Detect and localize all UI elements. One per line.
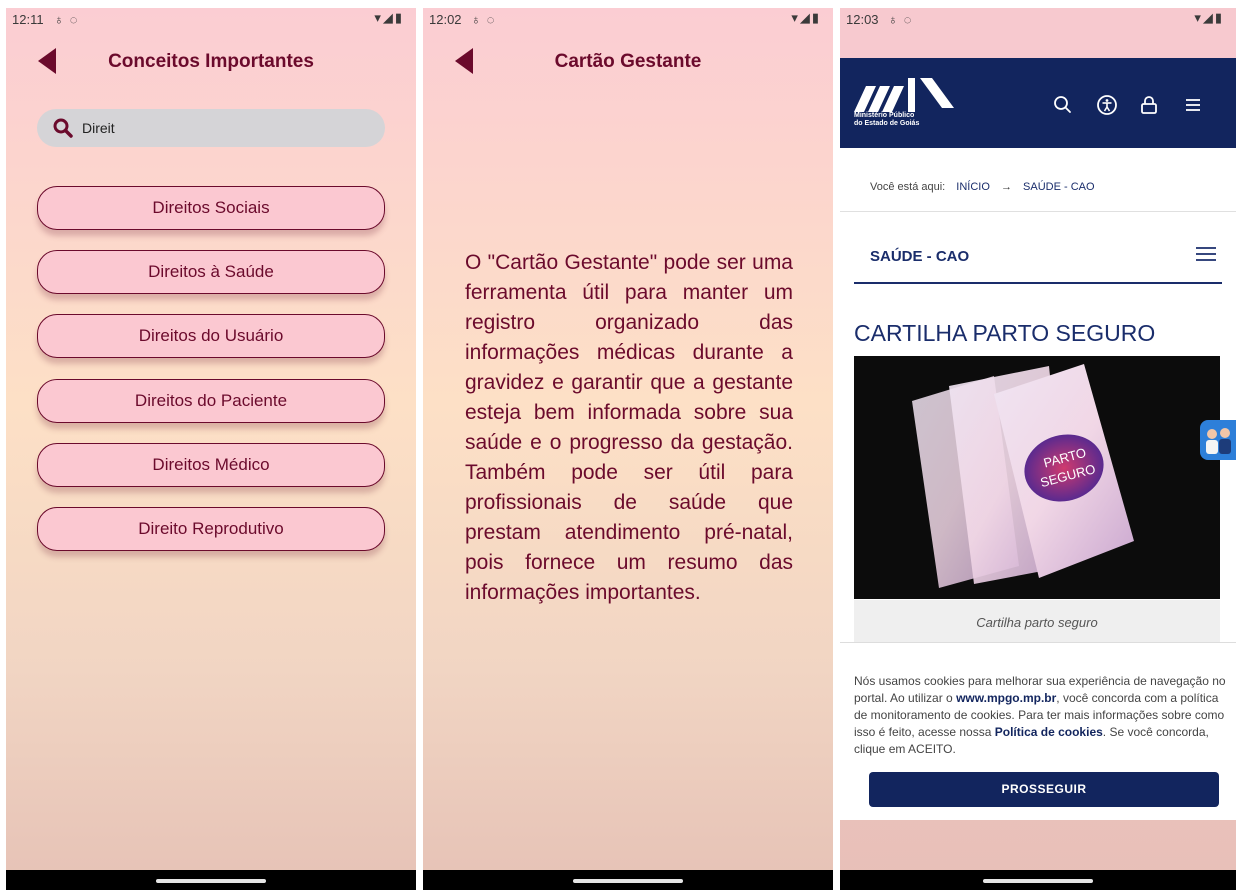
site-link[interactable]: www.mpgo.mp.br — [956, 691, 1056, 705]
description-text: O "Cartão Gestante" pode ser uma ferrame… — [465, 251, 793, 604]
cookie-message: Nós usamos cookies para melhorar sua exp… — [854, 674, 1226, 756]
booklet-photo: PARTO SEGURO — [854, 356, 1220, 599]
mpgo-logo[interactable]: Ministério Público do Estado de Goiás — [854, 78, 974, 134]
page-title: Conceitos Importantes — [108, 51, 314, 72]
breadcrumb-prefix: Você está aqui: — [870, 181, 946, 193]
notification-icons: ♁◌ — [471, 12, 501, 27]
home-gesture-handle[interactable] — [573, 879, 683, 883]
status-bar: 12:03 ♁◌ ▾◢▮ — [840, 8, 1236, 34]
direitos-saude-button[interactable]: Direitos à Saúde — [37, 250, 385, 294]
page-content: Você está aqui: INÍCIO → SAÚDE - CAO SAÚ… — [840, 148, 1236, 708]
phone-screen-cartao-gestante: 12:02 ♁◌ ▾◢▮ Cartão Gestante O "Cartão G… — [423, 8, 833, 890]
breadcrumb-arrow-icon: → — [1000, 181, 1012, 193]
cookie-banner: Nós usamos cookies para melhorar sua exp… — [840, 642, 1236, 820]
status-bar: 12:02 ♁◌ ▾◢▮ — [423, 8, 833, 34]
system-nav-bar — [840, 870, 1236, 890]
mpgo-logo-mark — [854, 78, 954, 112]
menu-icon[interactable] — [1182, 94, 1204, 116]
breadcrumb: Você está aqui: INÍCIO → SAÚDE - CAO — [870, 181, 1095, 193]
cookie-policy-link[interactable]: Política de cookies — [995, 725, 1103, 739]
direitos-paciente-button[interactable]: Direitos do Paciente — [37, 379, 385, 423]
sign-language-icon — [1206, 428, 1231, 454]
search-value: Direit — [82, 120, 115, 136]
notification-icons: ♁◌ — [888, 12, 918, 27]
direito-reprodutivo-button[interactable]: Direito Reprodutivo — [37, 507, 385, 551]
prosseguir-button[interactable]: PROSSEGUIR — [869, 772, 1219, 807]
breadcrumb-home-link[interactable]: INÍCIO — [956, 181, 990, 193]
accessibility-icon[interactable] — [1096, 94, 1118, 116]
home-gesture-handle[interactable] — [156, 879, 266, 883]
section-underline — [854, 282, 1222, 284]
section-menu-icon[interactable] — [1196, 246, 1216, 262]
search-input[interactable]: Direit — [37, 109, 385, 147]
search-icon — [53, 118, 73, 138]
signal-battery-icons: ▾◢▮ — [1194, 10, 1224, 25]
lock-icon[interactable] — [1138, 94, 1160, 116]
phone-screen-browser: 12:03 ♁◌ ▾◢▮ Ministério Público do Estad… — [840, 8, 1236, 890]
divider — [840, 211, 1236, 212]
site-header: Ministério Público do Estado de Goiás — [840, 58, 1236, 148]
vlibras-widget-icon[interactable] — [1200, 420, 1236, 460]
status-time: 12:02 — [429, 12, 462, 27]
mpgo-logo-text: Ministério Público do Estado de Goiás — [854, 112, 920, 127]
phone-screen-conceitos: 12:11 ♁◌ ▾◢▮ Conceitos Importantes Direi… — [6, 8, 416, 890]
direitos-medico-button[interactable]: Direitos Médico — [37, 443, 385, 487]
image-caption: Cartilha parto seguro — [976, 615, 1098, 630]
signal-battery-icons: ▾◢▮ — [791, 10, 821, 25]
status-time: 12:11 — [12, 12, 44, 27]
page-title: Cartão Gestante — [554, 51, 702, 72]
breadcrumb-current-link[interactable]: SAÚDE - CAO — [1023, 181, 1095, 193]
signal-battery-icons: ▾◢▮ — [374, 10, 404, 25]
booklet-illustration: PARTO SEGURO — [912, 364, 1134, 588]
home-gesture-handle[interactable] — [983, 879, 1093, 883]
section-title[interactable]: SAÚDE - CAO — [870, 248, 969, 265]
notification-icons: ♁◌ — [54, 12, 84, 27]
system-nav-bar — [6, 870, 416, 890]
system-nav-bar — [423, 870, 833, 890]
image-caption-box: Cartilha parto seguro — [854, 600, 1220, 644]
status-bar: 12:11 ♁◌ ▾◢▮ — [6, 8, 416, 34]
search-icon[interactable] — [1052, 94, 1074, 116]
direitos-usuario-button[interactable]: Direitos do Usuário — [37, 314, 385, 358]
direitos-sociais-button[interactable]: Direitos Sociais — [37, 186, 385, 230]
article-title: CARTILHA PARTO SEGURO — [854, 320, 1156, 346]
status-time: 12:03 — [846, 12, 879, 27]
